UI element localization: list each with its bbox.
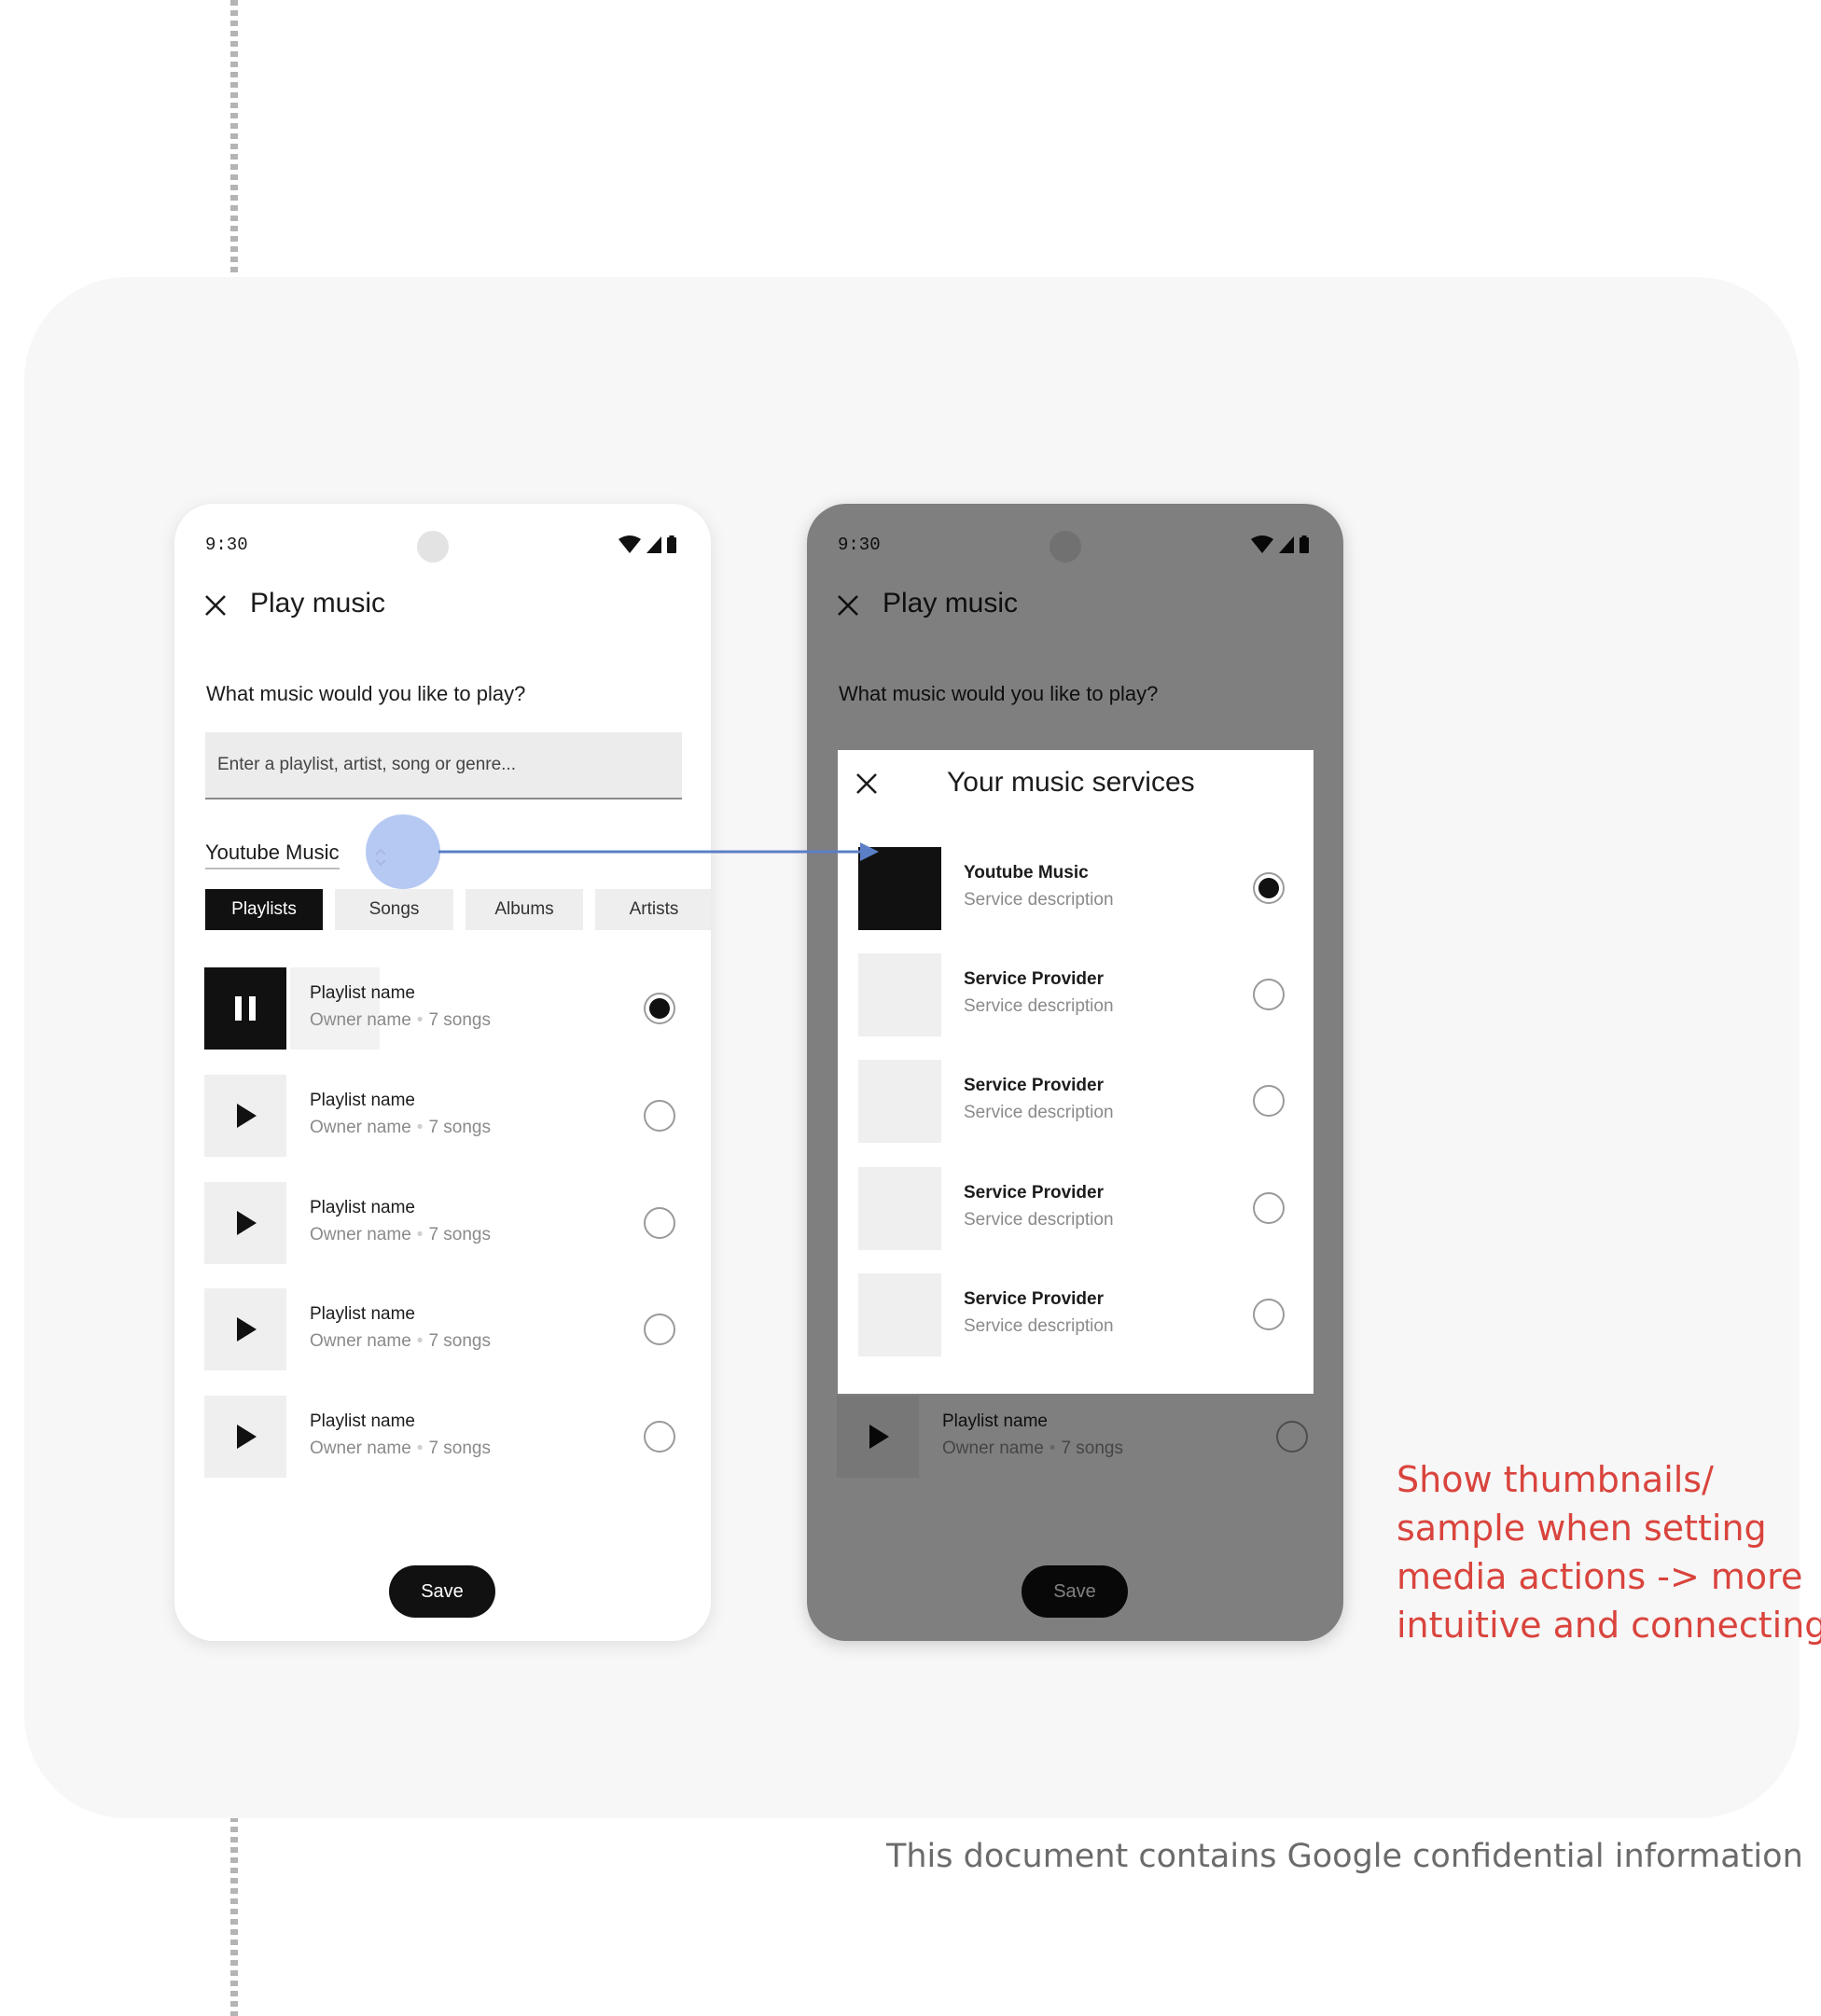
annotation-line: Show thumbnails/: [1397, 1459, 1714, 1500]
arrowhead-icon: [860, 842, 879, 861]
annotation-line: media actions -> more: [1397, 1556, 1803, 1597]
touch-indicator: [366, 814, 440, 889]
confidential-footer: This document contains Google confidenti…: [886, 1838, 1803, 1875]
flow-connector: [366, 814, 879, 889]
annotation-line: sample when setting: [1397, 1508, 1767, 1549]
annotation-line: intuitive and connecting: [1397, 1605, 1821, 1646]
annotation-note: Show thumbnails/ sample when setting med…: [1397, 1455, 1821, 1649]
